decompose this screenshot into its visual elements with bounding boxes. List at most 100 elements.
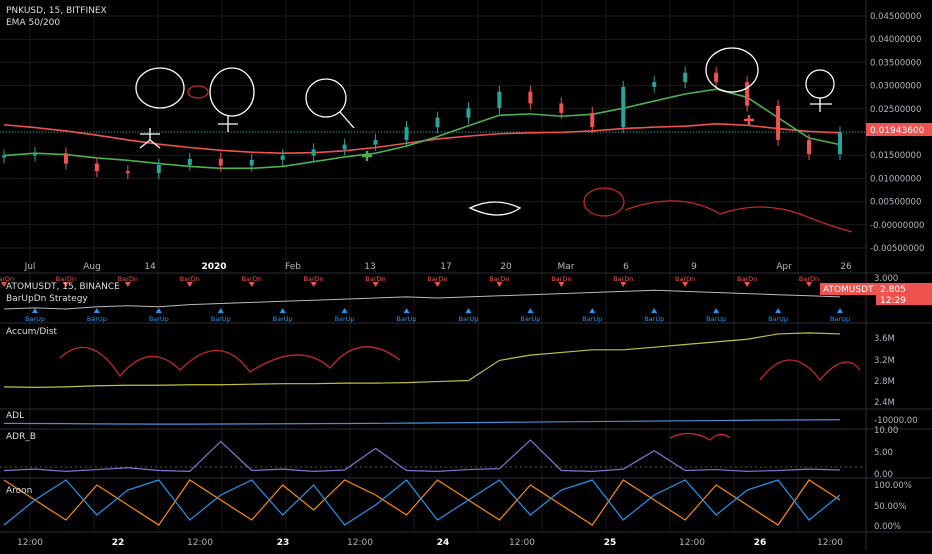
candle-body (32, 153, 37, 156)
candle-body (311, 149, 316, 156)
signal-down-label: BarDn (737, 275, 757, 283)
accum-y-tick-label: 3.6M (874, 334, 895, 344)
candle-body (559, 103, 564, 113)
signal-up-label: BarUp (211, 315, 231, 323)
candle-body (683, 72, 688, 83)
bottom-x-tick-label: 26 (754, 538, 767, 548)
candle-body (714, 72, 719, 83)
main-x-tick-label: 2020 (201, 262, 226, 272)
bottom-x-tick-label: 23 (277, 538, 290, 548)
adr-title: ADR_B (6, 432, 36, 442)
main-y-tick-label: 0.03000000 (870, 82, 921, 92)
bottom-x-tick-label: 12:00 (817, 538, 843, 548)
accum-y-tick-label: 2.8M (874, 377, 895, 387)
main-x-tick-label: 14 (144, 262, 156, 272)
atom-symbol-title: ATOMUSDT, 15, BINANCE (6, 282, 120, 292)
chart-stage: BarDn BarUp BarDn BarUp BarDn BarUp BarDn BarUp… (0, 0, 932, 550)
adr-y-tick-label: 5.00 (874, 448, 893, 458)
chart-svg: BarDn BarUp BarDn BarUp BarDn BarUp BarDn BarUp… (0, 0, 932, 550)
main-x-tick-label: Apr (776, 262, 792, 272)
signal-down-label: BarDn (613, 275, 633, 283)
main-y-tick-label: 0.01000000 (870, 174, 921, 184)
accum-y-tick-label: 3.2M (874, 356, 895, 366)
candle-body (745, 82, 750, 106)
adr-y-tick-label: 0.00 (874, 470, 893, 480)
candle-body (807, 139, 812, 155)
adl-y-tick-label: -10000.00 (874, 416, 918, 426)
candle-body (249, 159, 254, 166)
bottom-x-tick-label: 12:00 (509, 538, 535, 548)
signal-down-label: BarDn (180, 275, 200, 283)
bottom-x-tick-label: 22 (112, 538, 125, 548)
signal-up-label: BarUp (768, 315, 788, 323)
signal-down-label: BarDn (304, 275, 324, 283)
candle-body (404, 127, 409, 140)
signal-up-label: BarUp (830, 315, 850, 323)
main-y-tick-label: 0.03500000 (870, 58, 921, 68)
aroon-y-tick-label: 0.00% (874, 522, 901, 532)
candle-body (590, 112, 595, 128)
atom-y-tick-label: 3.000 (874, 274, 898, 284)
signal-down-label: BarDn (489, 275, 509, 283)
aroon-y-tick-label: 100.00% (874, 481, 912, 491)
aroon-title: Aroon (6, 486, 32, 496)
main-y-tick-label: 0.04000000 (870, 35, 921, 45)
signal-down-label: BarDn (365, 275, 385, 283)
signal-up-label: BarUp (644, 315, 664, 323)
accum-title: Accum/Dist (6, 327, 58, 337)
main-x-tick-label: Aug (83, 262, 101, 272)
signal-up-label: BarUp (149, 315, 169, 323)
atom-indicator-title: BarUpDn Strategy (6, 294, 88, 304)
main-x-tick-label: 6 (623, 262, 629, 272)
candle-body (528, 91, 533, 104)
main-y-tick-label: 0.00500000 (870, 198, 921, 208)
candle-body (342, 144, 347, 150)
main-indicator-title: EMA 50/200 (6, 18, 60, 28)
main-x-tick-label: Jul (24, 262, 36, 272)
candle-body (187, 158, 192, 166)
signal-down-label: BarDn (799, 275, 819, 283)
bottom-x-tick-label: 12:00 (187, 538, 213, 548)
signal-down-label: BarDn (551, 275, 571, 283)
signal-up-label: BarUp (582, 315, 602, 323)
main-y-tick-label: 0.01500000 (870, 151, 921, 161)
candle-body (497, 91, 502, 109)
main-x-tick-label: Mar (558, 262, 575, 272)
signal-up-label: BarUp (25, 315, 45, 323)
candle-body (435, 117, 440, 128)
atom-badge-symbol: ATOMUSDT (823, 285, 874, 295)
candle-body (621, 86, 626, 128)
candle-body (125, 171, 130, 174)
main-x-tick-label: 26 (840, 262, 852, 272)
main-y-tick-label: 0.04500000 (870, 12, 921, 22)
main-y-tick-label: -0.00500000 (870, 244, 924, 254)
signal-up-label: BarUp (458, 315, 478, 323)
adl-title: ADL (6, 411, 24, 421)
signal-down-label: BarDn (118, 275, 138, 283)
signal-down-label: BarDn (427, 275, 447, 283)
signal-down-label: BarDn (242, 275, 262, 283)
main-symbol-title: PNKUSD, 15, BITFINEX (6, 6, 107, 16)
signal-up-label: BarUp (87, 315, 107, 323)
main-x-tick-label: Feb (285, 262, 301, 272)
signal-up-label: BarUp (335, 315, 355, 323)
signal-down-label: BarDn (675, 275, 695, 283)
signal-up-label: BarUp (520, 315, 540, 323)
main-x-tick-label: 9 (691, 262, 697, 272)
candle-body (63, 153, 68, 164)
bottom-x-tick-label: 12:00 (679, 538, 705, 548)
atom-badge-value: 2.805 (880, 285, 906, 295)
adr-y-tick-label: 10.00 (874, 426, 898, 436)
candle-body (2, 155, 6, 158)
bottom-x-tick-label: 25 (604, 538, 617, 548)
candle-body (94, 163, 99, 172)
accum-y-tick-label: 2.4M (874, 398, 895, 408)
atom-timer: 12:29 (880, 296, 906, 306)
bottom-x-tick-label: 12:00 (347, 538, 373, 548)
candle-body (838, 132, 842, 155)
candle-body (218, 158, 223, 166)
aroon-y-tick-label: 50.00% (874, 502, 906, 512)
main-x-tick-label: 13 (364, 262, 375, 272)
price-badge-label: 0.01943600 (870, 126, 925, 136)
candle-body (652, 82, 657, 87)
